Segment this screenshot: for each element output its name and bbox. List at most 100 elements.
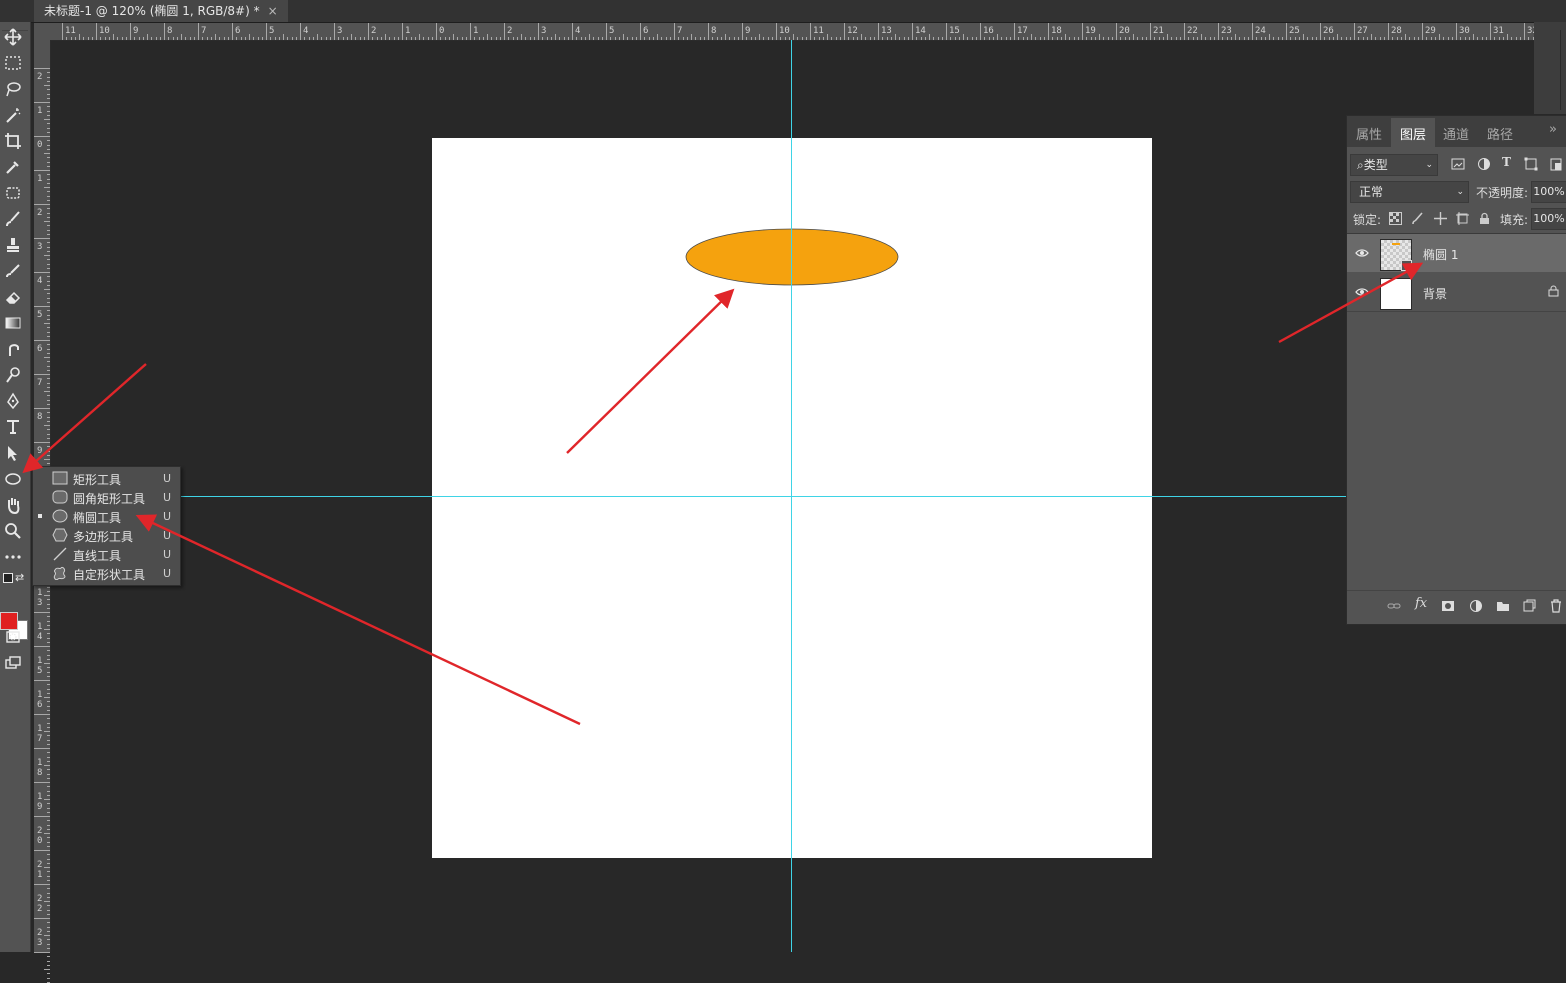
flyout-item-rounded-rectangle[interactable]: 圆角矩形工具 U [33, 488, 180, 507]
tab-paths[interactable]: 路径 [1487, 124, 1513, 143]
layer-row-ellipse[interactable]: 椭圆 1 [1347, 234, 1566, 272]
visibility-eye-icon[interactable] [1355, 285, 1369, 299]
type-icon[interactable] [2, 416, 24, 438]
ruler-major-tick [96, 23, 97, 40]
blend-mode-value: 正常 [1359, 185, 1384, 199]
horizontal-ruler[interactable]: 11 10 9 8 7 6 5 4 3 2 1 0 1 2 3 4 5 6 7 8 9 10 11 12 13 14 15 16 17 1… [34, 23, 1555, 41]
flyout-item-custom-shape[interactable]: 自定形状工具 U [33, 564, 180, 583]
lock-transparent-icon[interactable] [1389, 212, 1402, 225]
history-brush-icon[interactable] [2, 260, 24, 282]
filter-type-icon[interactable]: T [1502, 155, 1511, 169]
lock-image-icon[interactable] [1411, 212, 1424, 225]
marquee-icon[interactable] [2, 52, 24, 74]
blend-mode-select[interactable]: 正常 ⌄ [1350, 181, 1469, 203]
new-layer-icon[interactable] [1522, 599, 1536, 613]
ruler-top-label: 15 [949, 26, 960, 36]
ruler-minor-tick [47, 182, 50, 184]
stamp-icon[interactable] [2, 234, 24, 256]
ruler-major-tick [1490, 23, 1491, 40]
ruler-minor-tick [1069, 37, 1071, 40]
orange-ellipse-shape[interactable] [684, 227, 900, 289]
layer-filter-select[interactable]: ⌕类型 ⌄ [1350, 154, 1438, 176]
fx-icon[interactable]: fx [1415, 596, 1427, 611]
trash-icon[interactable] [1549, 599, 1563, 613]
path-select-icon[interactable] [2, 442, 24, 464]
ruler-minor-tick [47, 616, 50, 618]
document-tab[interactable]: 未标题-1 @ 120% (椭圆 1, RGB/8#) * × [34, 0, 288, 22]
flyout-item-line[interactable]: 直线工具 U [33, 545, 180, 564]
ruler-major-tick [34, 170, 50, 171]
move-icon[interactable] [2, 26, 24, 48]
ruler-minor-tick [47, 284, 50, 286]
layer-row-background[interactable]: 背景 [1347, 273, 1566, 311]
shape-layer-badge-icon [1401, 260, 1412, 271]
visibility-eye-icon[interactable] [1355, 246, 1369, 260]
lock-artboard-icon[interactable] [1456, 212, 1469, 225]
lock-position-icon[interactable] [1434, 212, 1447, 225]
gradient-icon[interactable] [2, 312, 24, 334]
pen-icon[interactable] [2, 390, 24, 412]
ruler-minor-tick [47, 310, 50, 312]
ruler-minor-tick [227, 37, 229, 40]
flyout-shortcut: U [163, 548, 172, 561]
flyout-label: 直线工具 [73, 549, 122, 563]
ruler-minor-tick [971, 37, 973, 40]
ruler-minor-tick [1383, 37, 1385, 40]
panel-collapse-icon[interactable]: » [1549, 122, 1557, 137]
ruler-major-tick [34, 646, 50, 647]
ruler-minor-tick [155, 37, 157, 40]
layer-name[interactable]: 背景 [1423, 285, 1447, 302]
ruler-minor-tick [1060, 37, 1062, 40]
eyedropper-icon[interactable] [2, 156, 24, 178]
ruler-minor-tick [317, 34, 318, 40]
eraser-icon[interactable] [2, 286, 24, 308]
magic-wand-icon[interactable] [2, 104, 24, 126]
link-icon[interactable] [1387, 599, 1401, 613]
tab-properties[interactable]: 属性 [1356, 124, 1382, 143]
quick-mask-icon[interactable] [2, 626, 24, 648]
hand-icon[interactable] [2, 494, 24, 516]
filter-pixel-icon[interactable] [1451, 157, 1465, 171]
filter-smart-object-icon[interactable] [1549, 157, 1563, 171]
dodge-icon[interactable] [2, 364, 24, 386]
adjustment-icon[interactable] [1469, 599, 1483, 613]
mask-icon[interactable] [1441, 599, 1455, 613]
ellipse-tool-icon[interactable] [2, 468, 24, 490]
flyout-item-ellipse[interactable]: 椭圆工具 U [33, 507, 180, 526]
tab-channels[interactable]: 通道 [1443, 124, 1469, 143]
ruler-minor-tick [363, 37, 365, 40]
ellipse-thumbnail-mark [1392, 243, 1400, 245]
layer-name[interactable]: 椭圆 1 [1423, 246, 1458, 263]
zoom-icon[interactable] [2, 520, 24, 542]
patch-icon[interactable] [2, 182, 24, 204]
flyout-item-rectangle[interactable]: 矩形工具 U [33, 469, 180, 488]
ruler-minor-tick [1341, 37, 1343, 40]
crop-icon[interactable] [2, 130, 24, 152]
ruler-left-label: 9 [37, 802, 43, 812]
default-colors-icon[interactable] [3, 573, 13, 583]
screen-mode-icon[interactable] [2, 652, 24, 674]
swap-colors-icon[interactable]: ⇄ [15, 571, 24, 584]
smudge-icon[interactable] [2, 338, 24, 360]
ruler-minor-tick [737, 37, 739, 40]
lasso-icon[interactable] [2, 78, 24, 100]
fill-input[interactable]: 100% [1531, 208, 1566, 230]
tab-layers[interactable]: 图层 [1400, 124, 1426, 143]
lock-all-icon[interactable] [1478, 212, 1491, 225]
more-icon[interactable] [2, 546, 24, 568]
close-tab-icon[interactable]: × [268, 4, 278, 18]
ruler-minor-tick [1145, 37, 1147, 40]
ruler-minor-tick [376, 37, 378, 40]
ruler-minor-tick [104, 37, 106, 40]
ruler-minor-tick [47, 250, 50, 252]
ruler-minor-tick [627, 37, 629, 40]
flyout-item-polygon[interactable]: 多边形工具 U [33, 526, 180, 545]
filter-adjustment-icon[interactable] [1477, 157, 1491, 171]
ruler-minor-tick [550, 37, 552, 40]
ruler-minor-tick [134, 37, 136, 40]
filter-shape-icon[interactable] [1524, 157, 1538, 171]
opacity-input[interactable]: 100% [1531, 181, 1566, 203]
horizontal-guide[interactable] [50, 496, 1346, 497]
brush-icon[interactable] [2, 208, 24, 230]
folder-icon[interactable] [1496, 599, 1510, 613]
